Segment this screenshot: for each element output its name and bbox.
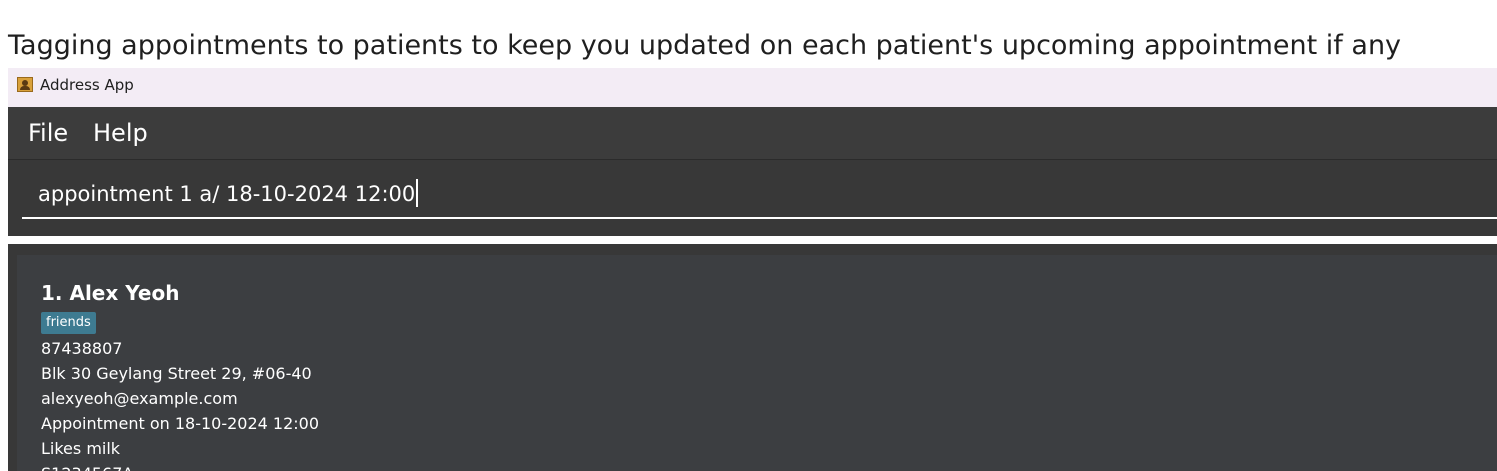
address-book-icon <box>17 77 33 92</box>
menu-help[interactable]: Help <box>93 118 148 148</box>
command-input-value: appointment 1 a/ 18-10-2024 12:00 <box>38 182 416 206</box>
person-list[interactable]: 1. Alex Yeoh friends 87438807 Blk 30 Gey… <box>8 244 1497 471</box>
title-bar: Address App <box>8 68 1497 107</box>
command-box-area: appointment 1 a/ 18-10-2024 12:00 <box>8 160 1497 236</box>
page-caption: Tagging appointments to patients to keep… <box>8 30 1402 61</box>
person-nric: S1234567A <box>41 463 133 471</box>
person-address: Blk 30 Geylang Street 29, #06-40 <box>41 364 312 383</box>
person-phone: 87438807 <box>41 339 123 358</box>
person-appointment: Appointment on 18-10-2024 12:00 <box>41 414 320 433</box>
command-input[interactable]: appointment 1 a/ 18-10-2024 12:00 <box>22 168 1497 219</box>
menu-bar: File Help <box>8 107 1497 160</box>
window-title: Address App <box>40 76 134 94</box>
person-name: 1. Alex Yeoh <box>41 281 180 305</box>
person-email: alexyeoh@example.com <box>41 389 238 408</box>
separator <box>8 236 1497 244</box>
person-remark: Likes milk <box>41 439 121 458</box>
command-input-text[interactable]: appointment 1 a/ 18-10-2024 12:00 <box>38 179 419 209</box>
text-caret <box>416 179 419 207</box>
person-card[interactable]: 1. Alex Yeoh friends 87438807 Blk 30 Gey… <box>17 255 1497 471</box>
tag-badge: friends <box>41 312 96 334</box>
app-window: Address App File Help appointment 1 a/ 1… <box>8 68 1497 471</box>
menu-file[interactable]: File <box>28 118 68 148</box>
